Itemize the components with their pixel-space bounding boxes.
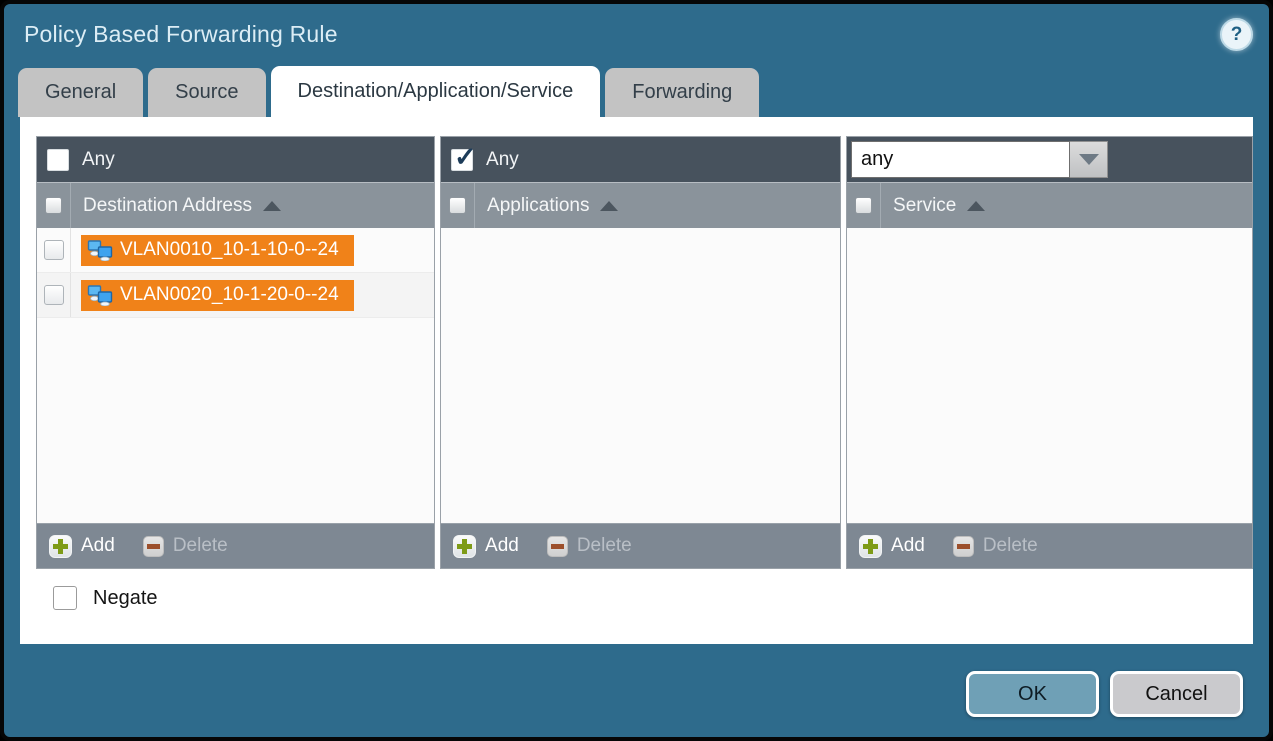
applications-panel: Any Applications Add [440,136,841,569]
add-icon [859,535,882,558]
applications-list [441,228,840,523]
destination-any-checkbox[interactable] [47,149,69,171]
destination-delete-button[interactable]: Delete [143,535,228,557]
destination-sort-header[interactable]: Destination Address [71,183,434,228]
destination-any-bar: Any [37,137,434,182]
title-bar: Policy Based Forwarding Rule ? [4,4,1269,66]
service-select-all-checkbox[interactable] [855,197,872,214]
applications-delete-button[interactable]: Delete [547,535,632,557]
network-address-icon [87,285,113,306]
destination-item-label: VLAN0020_10-1-20-0--24 [120,284,339,306]
destination-list: VLAN0010_10-1-10-0--24 VLAN [37,228,434,523]
applications-add-button[interactable]: Add [453,535,519,558]
service-toolbar: Add Delete [847,523,1252,568]
applications-any-label: Any [486,149,519,171]
applications-select-all-checkbox[interactable] [449,197,466,214]
applications-any-bar: Any [441,137,840,182]
negate-row: Negate [53,586,1253,610]
tab-forwarding[interactable]: Forwarding [605,68,759,117]
applications-column-header: Applications [441,182,840,228]
applications-header-label: Applications [487,195,589,217]
service-header-label: Service [893,195,956,217]
table-row: VLAN0020_10-1-20-0--24 [37,273,434,318]
add-icon [49,535,72,558]
delete-icon [953,536,974,557]
service-dropdown-value[interactable]: any [851,141,1070,178]
tab-general[interactable]: General [18,68,143,117]
destination-row2-checkbox[interactable] [44,285,64,305]
delete-icon [547,536,568,557]
tab-bar: General Source Destination/Application/S… [18,66,1269,117]
panels: Any Destination Address [36,136,1253,569]
chevron-down-icon [1079,154,1099,165]
applications-sort-header[interactable]: Applications [475,183,840,228]
cancel-button[interactable]: Cancel [1110,671,1243,717]
service-panel: any Service [846,136,1253,569]
sort-ascending-icon [600,201,618,211]
ok-button[interactable]: OK [966,671,1099,717]
page-title: Policy Based Forwarding Rule [24,21,338,48]
destination-header-label: Destination Address [83,195,252,217]
destination-any-label: Any [82,149,115,171]
tab-source[interactable]: Source [148,68,265,117]
service-combobox: any [851,141,1108,178]
pbf-rule-dialog: Policy Based Forwarding Rule ? General S… [0,0,1273,741]
delete-icon [143,536,164,557]
service-add-button[interactable]: Add [859,535,925,558]
tab-content: Any Destination Address [20,117,1253,644]
applications-any-checkbox[interactable] [451,149,473,171]
service-sort-header[interactable]: Service [881,183,1252,228]
destination-add-button[interactable]: Add [49,535,115,558]
add-icon [453,535,476,558]
negate-checkbox[interactable] [53,586,77,610]
destination-item-label: VLAN0010_10-1-10-0--24 [120,239,339,261]
dialog-footer: OK Cancel [4,644,1269,717]
destination-row1-checkbox[interactable] [44,240,64,260]
sort-ascending-icon [967,201,985,211]
tab-destination-application-service[interactable]: Destination/Application/Service [271,66,601,117]
service-any-bar: any [847,137,1252,182]
service-list [847,228,1252,523]
table-row: VLAN0010_10-1-10-0--24 [37,228,434,273]
negate-label: Negate [93,587,158,610]
applications-toolbar: Add Delete [441,523,840,568]
network-address-icon [87,240,113,261]
sort-ascending-icon [263,201,281,211]
destination-item-vlan0010[interactable]: VLAN0010_10-1-10-0--24 [81,235,354,266]
destination-item-vlan0020[interactable]: VLAN0020_10-1-20-0--24 [81,280,354,311]
service-delete-button[interactable]: Delete [953,535,1038,557]
destination-column-header: Destination Address [37,182,434,228]
destination-toolbar: Add Delete [37,523,434,568]
service-dropdown-button[interactable] [1070,141,1108,178]
service-column-header: Service [847,182,1252,228]
destination-select-all-checkbox[interactable] [45,197,62,214]
help-icon[interactable]: ? [1220,18,1253,51]
destination-address-panel: Any Destination Address [36,136,435,569]
